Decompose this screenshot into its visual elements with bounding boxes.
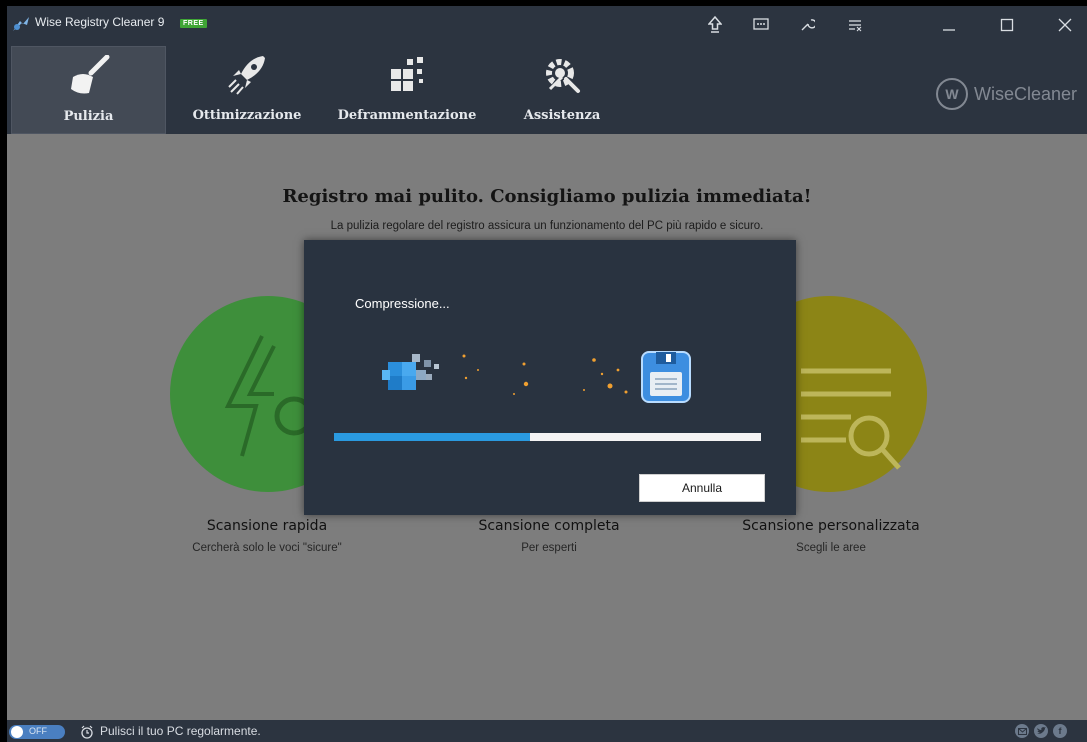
quick-scan-subtitle: Cercherà solo le voci "sicure" bbox=[192, 542, 342, 554]
tools-gear-icon bbox=[537, 52, 587, 98]
rocket-icon bbox=[222, 52, 272, 98]
page-subtitle: La pulizia regolare del registro assicur… bbox=[330, 220, 764, 232]
close-icon[interactable] bbox=[1055, 15, 1075, 35]
tab-label: Deframmentazione bbox=[337, 108, 477, 123]
menu-icon[interactable] bbox=[845, 15, 865, 35]
toggle-knob bbox=[11, 726, 23, 738]
maximize-icon[interactable] bbox=[997, 15, 1017, 35]
wisecleaner-logo[interactable]: W WiseCleaner bbox=[935, 78, 1077, 110]
tab-label: Assistenza bbox=[523, 108, 601, 123]
progress-fill bbox=[334, 433, 531, 441]
toggle-label: OFF bbox=[29, 726, 47, 736]
tab-label: Ottimizzazione bbox=[192, 108, 302, 123]
app-logo-icon bbox=[11, 15, 31, 33]
tools-icon[interactable] bbox=[797, 15, 817, 35]
email-icon[interactable] bbox=[1015, 724, 1029, 738]
facebook-icon[interactable]: f bbox=[1053, 724, 1067, 738]
alarm-clock-icon bbox=[80, 724, 94, 742]
brand-name: WiseCleaner bbox=[973, 83, 1077, 104]
registry-cubes-icon bbox=[382, 354, 439, 390]
compression-dialog: Compressione... Annulla bbox=[304, 240, 796, 515]
save-disk-icon bbox=[641, 351, 691, 403]
page-title: Registro mai pulito. Consigliamo pulizia… bbox=[282, 186, 812, 207]
tab-deframmentazione[interactable]: Deframmentazione bbox=[332, 46, 482, 132]
twitter-icon[interactable] bbox=[1034, 724, 1048, 738]
defrag-blocks-icon bbox=[382, 52, 432, 98]
dialog-title: Compressione... bbox=[355, 296, 450, 311]
status-bar: OFF Pulisci il tuo PC regolarmente. f bbox=[7, 720, 1087, 742]
app-window: Wise Registry Cleaner 9 FREE Pulizia Ott… bbox=[7, 6, 1087, 742]
main-toolbar: Pulizia Ottimizzazione Deframmentazione … bbox=[7, 42, 1087, 134]
tab-label: Pulizia bbox=[63, 109, 114, 124]
quick-scan-title: Scansione rapida bbox=[206, 518, 328, 534]
full-scan-subtitle: Per esperti bbox=[521, 542, 577, 554]
app-title: Wise Registry Cleaner 9 bbox=[35, 15, 165, 29]
title-bar: Wise Registry Cleaner 9 FREE bbox=[7, 6, 1087, 42]
custom-scan-subtitle: Scegli le aree bbox=[796, 542, 866, 554]
cancel-button[interactable]: Annulla bbox=[639, 474, 765, 502]
particles bbox=[462, 354, 628, 395]
upgrade-icon[interactable] bbox=[705, 15, 725, 35]
tab-assistenza[interactable]: Assistenza bbox=[512, 46, 612, 132]
auto-clean-toggle[interactable]: OFF bbox=[9, 725, 65, 739]
minimize-icon[interactable] bbox=[939, 15, 959, 35]
tab-pulizia[interactable]: Pulizia bbox=[11, 46, 166, 134]
progress-bar bbox=[334, 433, 761, 441]
tab-ottimizzazione[interactable]: Ottimizzazione bbox=[177, 46, 317, 132]
status-text: Pulisci il tuo PC regolarmente. bbox=[100, 724, 261, 738]
full-scan-title: Scansione completa bbox=[478, 518, 620, 534]
free-badge: FREE bbox=[180, 19, 207, 28]
brand-logo-icon: W bbox=[935, 78, 968, 110]
custom-scan-title: Scansione personalizzata bbox=[742, 518, 920, 534]
compression-animation bbox=[374, 340, 704, 410]
feedback-icon[interactable] bbox=[751, 15, 771, 35]
broom-icon bbox=[64, 53, 114, 99]
